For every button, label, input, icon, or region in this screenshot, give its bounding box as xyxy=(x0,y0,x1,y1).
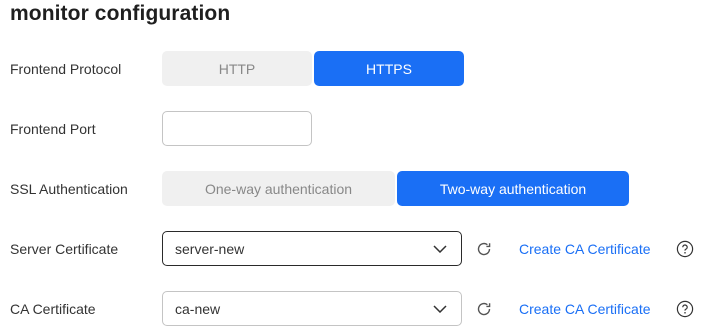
server-certificate-label: Server Certificate xyxy=(10,241,119,257)
ssl-authentication-label: SSL Authentication xyxy=(10,181,128,197)
frontend-protocol-label: Frontend Protocol xyxy=(10,61,122,77)
server-certificate-select[interactable]: server-new xyxy=(162,231,462,266)
server-certificate-value: server-new xyxy=(175,240,245,257)
page-title: monitor configuration xyxy=(10,2,231,25)
create-ca-certificate-link[interactable]: Create CA Certificate xyxy=(519,241,651,257)
protocol-http-option[interactable]: HTTP xyxy=(162,51,312,86)
ssl-one-way-option[interactable]: One-way authentication xyxy=(162,171,395,206)
chevron-down-icon xyxy=(433,304,447,313)
ca-certificate-value: ca-new xyxy=(175,300,221,317)
chevron-down-icon xyxy=(433,244,447,253)
ssl-two-way-option[interactable]: Two-way authentication xyxy=(397,171,629,206)
frontend-port-input[interactable] xyxy=(162,111,312,146)
help-icon[interactable] xyxy=(676,300,694,318)
refresh-icon[interactable] xyxy=(475,300,493,318)
frontend-port-label: Frontend Port xyxy=(10,121,96,137)
protocol-https-option[interactable]: HTTPS xyxy=(314,51,464,86)
ca-certificate-select[interactable]: ca-new xyxy=(162,291,462,326)
create-ca-certificate-link[interactable]: Create CA Certificate xyxy=(519,301,651,317)
ca-certificate-label: CA Certificate xyxy=(10,301,96,317)
help-icon[interactable] xyxy=(676,240,694,258)
refresh-icon[interactable] xyxy=(475,240,493,258)
